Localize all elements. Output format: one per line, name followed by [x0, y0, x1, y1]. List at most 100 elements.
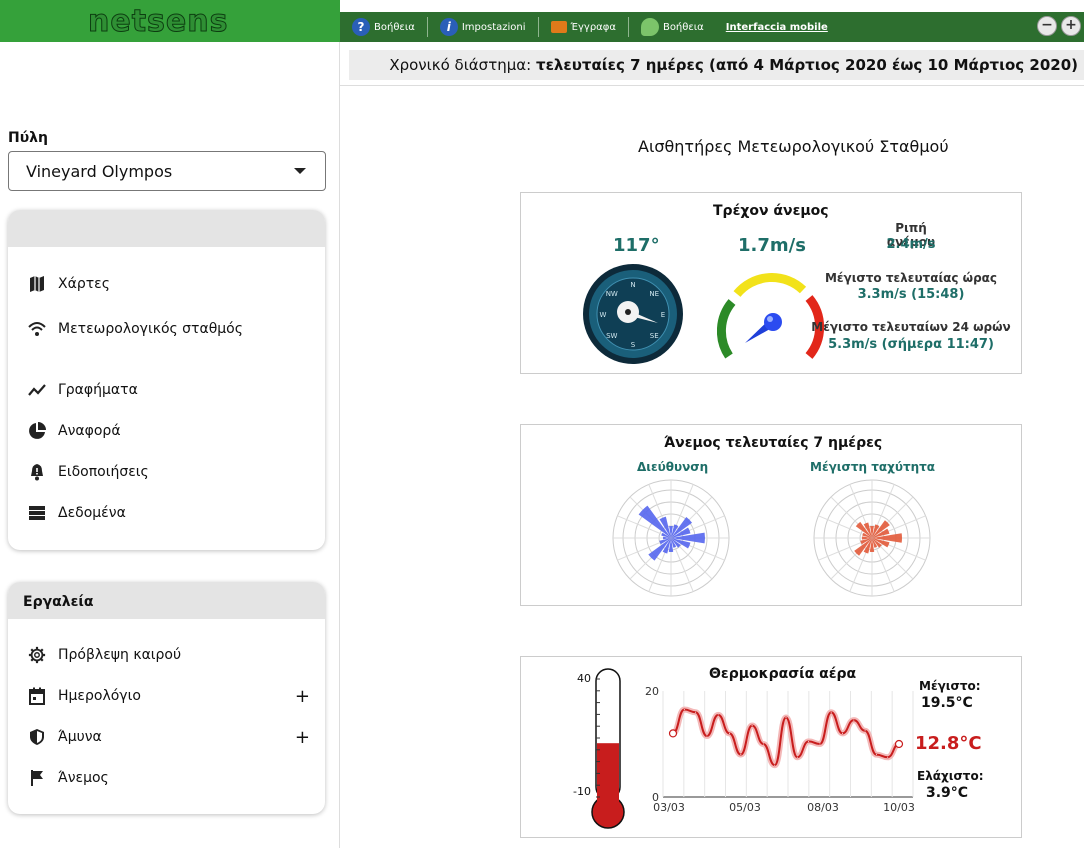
- toolbar-help-2[interactable]: Βοήθεια: [629, 17, 716, 37]
- book-icon: [550, 21, 567, 33]
- sidebar-item-label: Μετεωρολογικός σταθμός: [58, 321, 243, 337]
- header-brand-bar: netsens: [0, 0, 340, 42]
- wind-direction-value: 117°: [613, 235, 660, 256]
- sidebar-item-label: Γραφήματα: [58, 382, 138, 398]
- temp-point: [751, 724, 753, 726]
- temp-point: [695, 711, 697, 713]
- wind-gust-value: 2.4m/s: [886, 237, 936, 252]
- gear-icon: [28, 646, 46, 664]
- period-prefix: Χρονικό διάστημα:: [389, 56, 532, 74]
- sidebar-item-data[interactable]: Δεδομένα: [28, 504, 310, 522]
- toolbar-settings[interactable]: i Impostazioni: [428, 17, 539, 37]
- sidebar-item-charts[interactable]: Γραφήματα: [28, 381, 310, 399]
- temp-point: [729, 732, 730, 734]
- temp-point: [830, 711, 832, 713]
- sidebar-item-label: Άνεμος: [58, 770, 109, 786]
- sidebar-item-label: Χάρτες: [58, 276, 110, 292]
- max-24h-value: 5.3m/s (σήμερα 11:47): [828, 337, 994, 352]
- compass-letter: NE: [649, 290, 659, 298]
- x-tick-label: 10/03: [883, 801, 915, 814]
- temp-point: [864, 730, 866, 732]
- x-tick-label: 08/03: [807, 801, 839, 814]
- sidebar-item-forecast[interactable]: Πρόβλεψη καιρού: [28, 646, 310, 664]
- wind-7days-panel: Άνεμος τελευταίες 7 ημέρες Διεύθυνση Μέγ…: [520, 424, 1022, 606]
- shield-icon: [28, 728, 46, 746]
- compass-icon: N NE E SE S SW W NW: [583, 264, 683, 364]
- divider-vertical: [339, 42, 340, 848]
- zoom-out-icon[interactable]: −: [1037, 16, 1057, 36]
- temp-point: [774, 764, 776, 766]
- wind-direction-rose: [612, 479, 730, 597]
- toolbar: ? Βοήθεια i Impostazioni Έγγραφα Βοήθεια…: [340, 12, 1084, 42]
- max-hour-label: Μέγιστο τελευταίας ώρας: [824, 271, 998, 285]
- temp-point: [853, 719, 855, 721]
- max-24h-label: Μέγιστο τελευταίων 24 ωρών: [811, 320, 1011, 334]
- temp-point: [819, 743, 821, 745]
- temp-min-label: Ελάχιστο:: [917, 769, 984, 783]
- temp-point: [796, 756, 798, 758]
- navigation-card-header: [8, 210, 325, 247]
- temp-point: [808, 740, 810, 742]
- wind-speed-rose: [813, 479, 931, 597]
- thermo-bottom-tick: -10: [573, 785, 591, 798]
- period-bar: Χρονικό διάστημα: τελευταίες 7 ημέρες (α…: [349, 50, 1084, 80]
- gate-select-value: Vineyard Olympos: [26, 161, 173, 181]
- sidebar-item-report[interactable]: Αναφορά: [28, 422, 310, 440]
- period-value: τελευταίες 7 ημέρες (από 4 Μάρτιος 2020 …: [536, 56, 1078, 74]
- temp-point: [875, 754, 877, 756]
- wind-speed-value: 1.7m/s: [738, 235, 806, 256]
- sidebar-item-wind[interactable]: Άνεμος: [28, 769, 310, 787]
- toolbar-help-1-label: Βοήθεια: [374, 21, 415, 33]
- sidebar-item-maps[interactable]: Χάρτες: [28, 275, 310, 293]
- gate-select[interactable]: Vineyard Olympos: [8, 151, 326, 191]
- zoom-in-icon[interactable]: +: [1061, 16, 1081, 36]
- mobile-interface-link[interactable]: Interfaccia mobile: [726, 22, 828, 33]
- page-title: Αισθητήρες Μετεωρολογικού Σταθμού: [638, 137, 949, 156]
- info-icon: i: [439, 18, 458, 36]
- temp-current-value: 12.8°C: [915, 733, 982, 754]
- netsens-logo[interactable]: netsens: [87, 4, 228, 40]
- expand-defense-button[interactable]: +: [295, 727, 310, 748]
- compass-letter: NW: [606, 290, 618, 298]
- compass-letter: SW: [606, 332, 617, 340]
- temp-max-value: 19.5°C: [921, 695, 973, 711]
- toolbar-settings-label: Impostazioni: [461, 21, 526, 33]
- temperature-panel: Θερμοκρασία αέρα 40 -10 20 0 03/03 05/03 08/…: [520, 656, 1022, 838]
- wifi-icon: [28, 320, 46, 338]
- temp-max-label: Μέγιστο:: [919, 679, 981, 693]
- temp-point: [668, 729, 678, 738]
- tools-card-title: Εργαλεία: [8, 582, 325, 619]
- temp-point: [887, 756, 889, 758]
- sidebar-item-weather-station[interactable]: Μετεωρολογικός σταθμός: [28, 320, 310, 338]
- current-wind-panel: Τρέχον άνεμος 117° 1.7m/s N NE E SE S SW W NW Ρ…: [520, 192, 1022, 374]
- sidebar-item-label: Άμυνα: [58, 729, 102, 745]
- flag-icon: [28, 769, 46, 787]
- expand-calendar-button[interactable]: +: [295, 686, 310, 707]
- sidebar-item-label: Πρόβλεψη καιρού: [58, 647, 182, 663]
- temp-min-value: 3.9°C: [926, 785, 969, 801]
- temp-point: [762, 743, 764, 745]
- thermometer: [591, 668, 625, 829]
- wind-direction-label: Διεύθυνση: [637, 460, 709, 474]
- sidebar-item-label: Αναφορά: [58, 423, 121, 439]
- sidebar-item-calendar[interactable]: Ημερολόγιο +: [28, 686, 310, 707]
- toolbar-help-1[interactable]: ? Βοήθεια: [340, 17, 428, 37]
- toolbar-documents-label: Έγγραφα: [570, 21, 616, 33]
- calendar-icon: [28, 687, 46, 705]
- temp-point: [785, 717, 787, 718]
- temperature-line-chart: 20003/03 05/03 08/03 10/03: [645, 685, 915, 814]
- toolbar-documents[interactable]: Έγγραφα: [539, 17, 629, 37]
- current-wind-title: Τρέχον άνεμος: [713, 203, 829, 219]
- wind-max-speed-label: Μέγιστη ταχύτητα: [810, 460, 936, 474]
- temp-point: [842, 732, 843, 734]
- x-tick-label: 03/03: [653, 801, 685, 814]
- y-tick-label: 20: [645, 685, 659, 698]
- sidebar-item-label: Δεδομένα: [58, 505, 126, 521]
- thermometer-level: [597, 743, 619, 813]
- toolbar-help-2-label: Βοήθεια: [662, 21, 704, 33]
- sidebar-item-defense[interactable]: Άμυνα +: [28, 727, 310, 748]
- compass-letter: SE: [650, 332, 659, 340]
- help-icon: ?: [352, 18, 370, 36]
- gate-label: Πύλη: [8, 130, 48, 146]
- sidebar-item-alerts[interactable]: Ειδοποιήσεις: [28, 463, 310, 481]
